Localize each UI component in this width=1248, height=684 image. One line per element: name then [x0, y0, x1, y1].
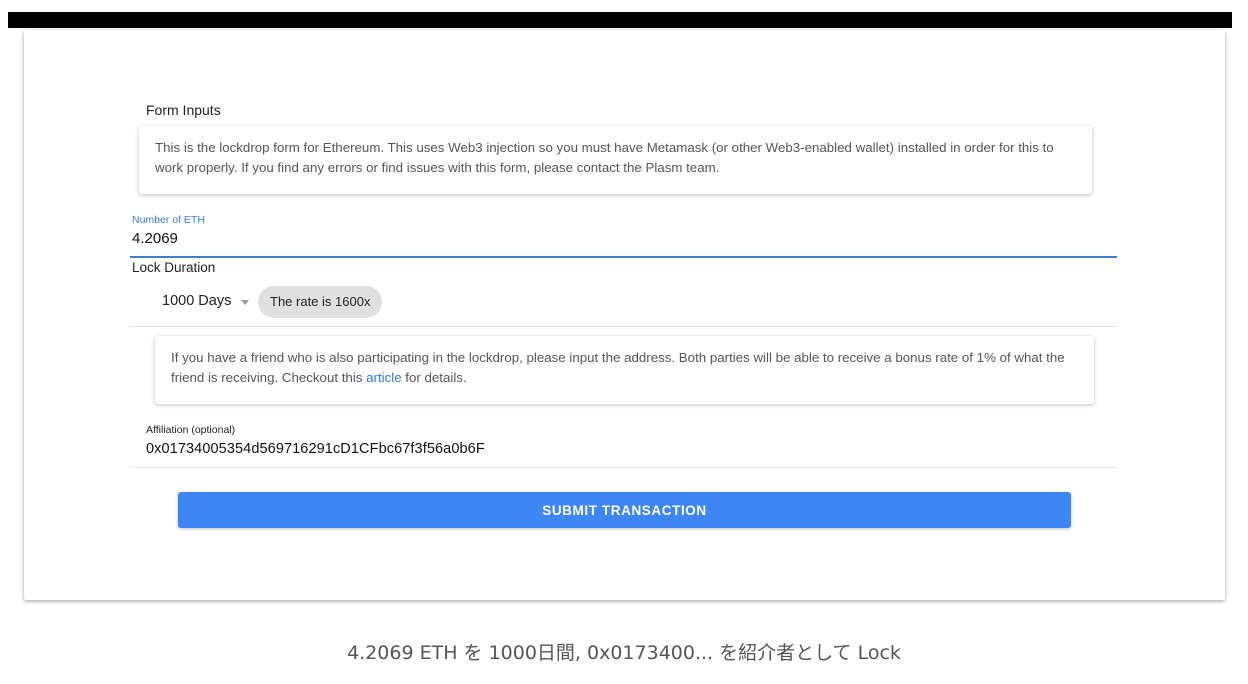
- submit-transaction-button[interactable]: SUBMIT TRANSACTION: [178, 492, 1071, 528]
- divider: [130, 326, 1117, 327]
- lock-duration-select[interactable]: 1000 Days: [162, 293, 231, 309]
- eth-amount-input[interactable]: 4.2069: [132, 230, 178, 247]
- caret-down-icon[interactable]: [241, 300, 249, 305]
- rate-chip: The rate is 1600x: [258, 286, 383, 318]
- section-title: Form Inputs: [146, 102, 221, 118]
- article-link[interactable]: article: [366, 370, 401, 385]
- caption: 4.2069 ETH を 1000日間, 0x0173400... を紹介者とし…: [347, 642, 901, 664]
- divider: [130, 467, 1117, 468]
- affiliation-address-input[interactable]: 0x01734005354d569716291cD1CFbc67f3f56a0b…: [146, 441, 485, 457]
- top-bar: [8, 12, 1232, 28]
- affiliation-notice: If you have a friend who is also partici…: [155, 336, 1094, 404]
- lockdrop-form-card: Form Inputs This is the lockdrop form fo…: [24, 30, 1225, 600]
- lock-duration-label: Lock Duration: [132, 260, 216, 275]
- affiliation-text-before: If you have a friend who is also partici…: [171, 350, 1065, 385]
- eth-field-underline: [130, 256, 1117, 258]
- intro-notice: This is the lockdrop form for Ethereum. …: [139, 126, 1092, 194]
- affiliation-field-label: Affiliation (optional): [146, 424, 236, 436]
- affiliation-text-after: for details.: [401, 370, 467, 385]
- eth-field-label: Number of ETH: [132, 214, 205, 226]
- intro-text: This is the lockdrop form for Ethereum. …: [155, 140, 1054, 175]
